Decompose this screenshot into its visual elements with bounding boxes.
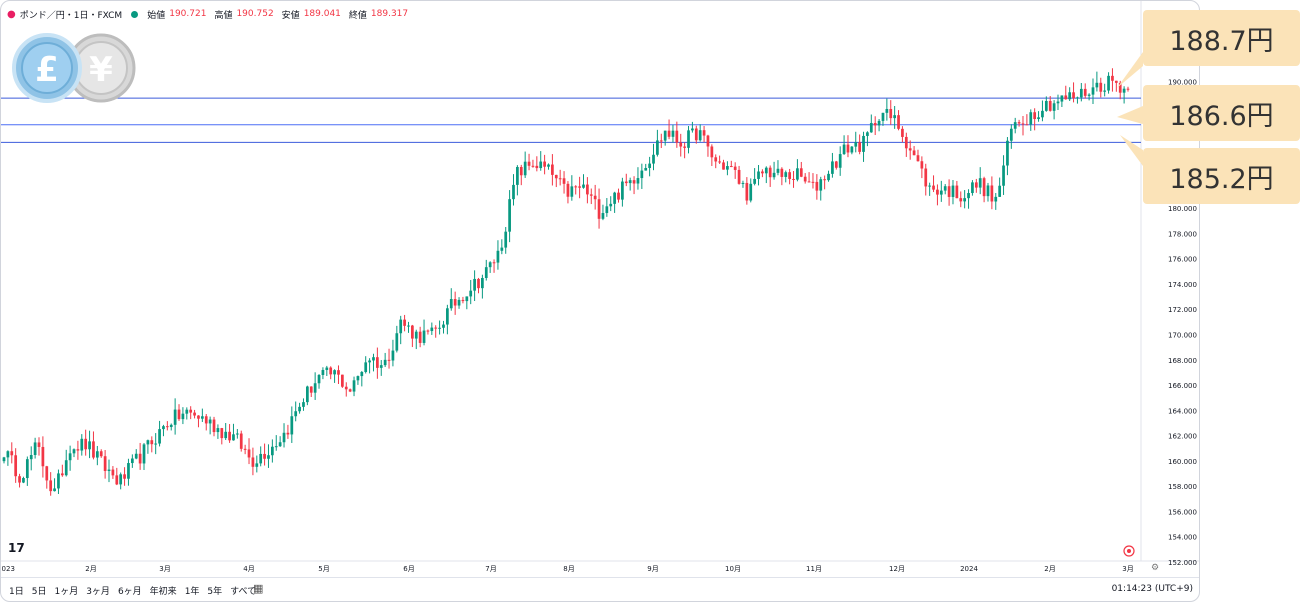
callout-pointers (1117, 52, 1143, 166)
callout-pointer-1 (1117, 52, 1143, 88)
callout-pointer-3 (1120, 135, 1143, 166)
callout-pointer-2 (1117, 106, 1143, 124)
